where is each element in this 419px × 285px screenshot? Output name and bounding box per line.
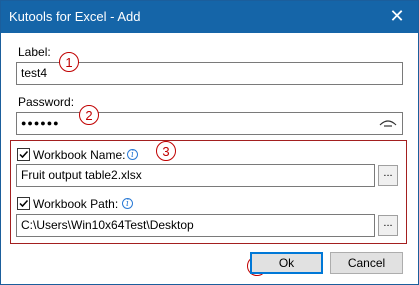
annotation-badge-3: 3: [156, 141, 176, 161]
annotation-badge-1: 1: [59, 52, 79, 72]
password-caption: Password:: [18, 95, 75, 109]
eye-icon[interactable]: [379, 118, 397, 128]
workbook-name-input[interactable]: Fruit output table2.xlsx: [16, 164, 375, 187]
checkmark-icon: [19, 199, 29, 208]
password-input[interactable]: ●●●●●●: [16, 112, 403, 135]
info-icon[interactable]: i: [127, 149, 138, 160]
workbook-name-checkbox[interactable]: [17, 148, 30, 161]
workbook-path-browse-button[interactable]: ...: [378, 215, 398, 236]
workbook-name-caption: Workbook Name:: [33, 148, 126, 162]
title-bar: Kutools for Excel - Add ✕: [1, 1, 418, 33]
workbook-path-input[interactable]: C:\Users\Win10x64Test\Desktop: [16, 214, 375, 237]
annotation-badge-2: 2: [79, 105, 99, 125]
workbook-path-caption: Workbook Path:: [33, 197, 119, 211]
checkmark-icon: [19, 150, 29, 159]
dialog-window: Kutools for Excel - Add ✕ Label: test4 1…: [0, 0, 419, 285]
info-icon[interactable]: i: [122, 198, 133, 209]
window-title: Kutools for Excel - Add: [9, 9, 141, 24]
workbook-name-browse-button[interactable]: ...: [378, 165, 398, 186]
close-button[interactable]: ✕: [376, 1, 418, 33]
cancel-button[interactable]: Cancel: [330, 252, 403, 274]
ok-button[interactable]: Ok: [250, 252, 323, 274]
workbook-path-checkbox[interactable]: [17, 197, 30, 210]
label-caption: Label:: [18, 45, 51, 59]
